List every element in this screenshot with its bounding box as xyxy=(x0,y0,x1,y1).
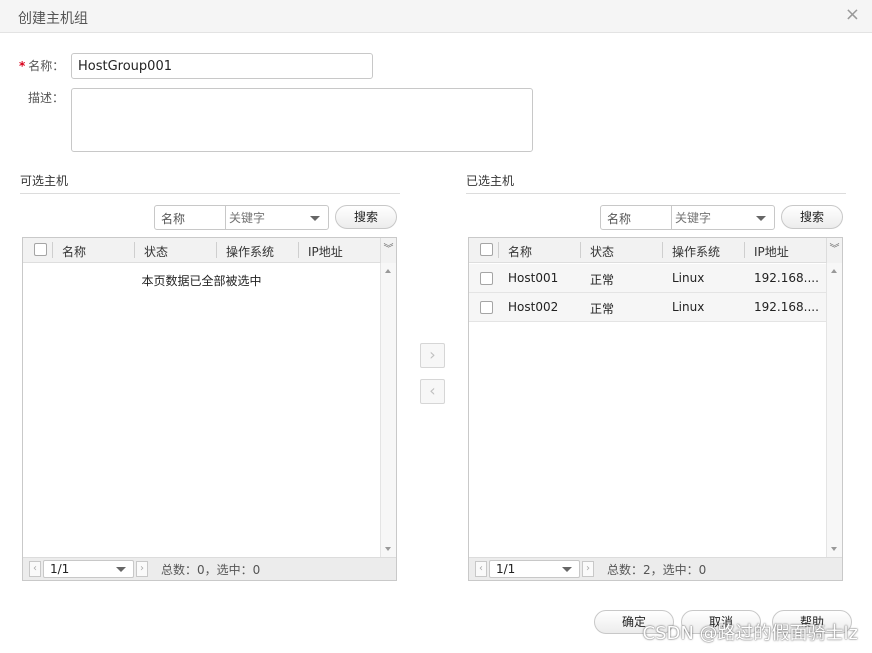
column-header-name[interactable]: 名称 xyxy=(62,243,86,260)
column-header-status[interactable]: 状态 xyxy=(590,243,614,260)
column-divider xyxy=(580,242,581,258)
column-divider xyxy=(744,242,745,258)
available-search-field-select[interactable]: 名称 xyxy=(161,210,185,227)
host-status: 正常 xyxy=(590,302,615,316)
chevron-right-icon: › xyxy=(429,345,436,364)
divider xyxy=(225,206,226,229)
column-divider xyxy=(498,242,499,258)
column-header-os[interactable]: 操作系统 xyxy=(226,243,274,260)
dialog-titlebar: 创建主机组 × xyxy=(0,0,872,33)
next-page-icon[interactable]: › xyxy=(582,561,594,577)
column-header-name[interactable]: 名称 xyxy=(508,243,532,260)
column-menu-icon[interactable]: ︾ xyxy=(380,238,396,263)
column-header-status[interactable]: 状态 xyxy=(144,243,168,260)
column-divider xyxy=(52,242,53,258)
prev-page-icon[interactable]: ‹ xyxy=(29,561,41,577)
page-value: 1/1 xyxy=(496,562,516,576)
grid-header: 名称 状态 操作系统 IP地址 xyxy=(23,238,396,263)
host-status: 正常 xyxy=(590,273,615,287)
grid-header: 名称 状态 操作系统 IP地址 xyxy=(469,238,842,263)
selected-hosts-title: 已选主机 xyxy=(466,174,515,188)
page-select[interactable]: 1/1 xyxy=(489,560,580,578)
column-header-ip[interactable]: IP地址 xyxy=(754,243,789,260)
selected-hosts-grid: 名称 状态 操作系统 IP地址 ︾ Host001 正常 Linux 192.1… xyxy=(468,237,843,581)
host-ip: 192.168.... xyxy=(754,271,819,285)
scroll-down-icon[interactable] xyxy=(385,547,391,551)
row-checkbox[interactable] xyxy=(480,272,493,285)
name-input[interactable] xyxy=(71,53,373,79)
selected-divider xyxy=(466,193,846,194)
available-pager: ‹ 1/1 › 总数：0，选中：0 xyxy=(23,557,396,580)
available-search-button[interactable]: 搜索 xyxy=(335,205,397,229)
move-right-button[interactable]: › xyxy=(420,343,445,368)
selected-search-box: 名称 xyxy=(600,205,775,230)
available-search-box: 名称 xyxy=(154,205,329,230)
vertical-scrollbar[interactable] xyxy=(380,263,396,557)
vertical-scrollbar[interactable] xyxy=(826,263,842,557)
chevron-down-icon xyxy=(116,567,126,572)
name-label-wrap: * 名称： xyxy=(19,57,64,74)
dialog-title: 创建主机组 xyxy=(18,11,88,27)
page-value: 1/1 xyxy=(50,562,70,576)
table-row[interactable]: Host001 正常 Linux 192.168.... xyxy=(469,264,826,293)
selected-keyword-input[interactable] xyxy=(675,208,773,227)
close-icon[interactable]: × xyxy=(845,5,860,25)
host-os: Linux xyxy=(672,271,705,285)
row-checkbox[interactable] xyxy=(480,301,493,314)
available-hosts-title: 可选主机 xyxy=(20,174,69,188)
required-mark: * xyxy=(19,59,26,73)
create-host-group-dialog: 创建主机组 × *名称： 描述： 可选主机 名称 搜索 名称 状态 操作系统 I… xyxy=(0,0,872,653)
selected-search-button[interactable]: 搜索 xyxy=(781,205,843,229)
next-page-icon[interactable]: › xyxy=(136,561,148,577)
select-all-checkbox[interactable] xyxy=(34,243,47,256)
scroll-down-icon[interactable] xyxy=(831,547,837,551)
available-keyword-input[interactable] xyxy=(229,208,327,227)
page-select[interactable]: 1/1 xyxy=(43,560,134,578)
column-divider xyxy=(662,242,663,258)
select-all-checkbox[interactable] xyxy=(480,243,493,256)
scroll-up-icon[interactable] xyxy=(385,269,391,273)
column-divider xyxy=(298,242,299,258)
desc-label: 描述： xyxy=(28,91,65,105)
pager-summary: 总数：2，选中：0 xyxy=(607,563,707,577)
available-hosts-grid: 名称 状态 操作系统 IP地址 ︾ 本页数据已全部被选中 ‹ 1/1 › 总数：… xyxy=(22,237,397,581)
name-label: 名称： xyxy=(28,59,65,73)
table-row[interactable]: Host002 正常 Linux 192.168.... xyxy=(469,293,826,322)
column-header-ip[interactable]: IP地址 xyxy=(308,243,343,260)
available-divider xyxy=(20,193,400,194)
description-textarea[interactable] xyxy=(71,88,533,152)
move-left-button[interactable]: ‹ xyxy=(420,379,445,404)
scroll-up-icon[interactable] xyxy=(831,269,837,273)
selected-search-field-select[interactable]: 名称 xyxy=(607,210,631,227)
host-ip: 192.168.... xyxy=(754,300,819,314)
chevron-left-icon: ‹ xyxy=(429,381,436,400)
empty-message: 本页数据已全部被选中 xyxy=(141,274,262,288)
prev-page-icon[interactable]: ‹ xyxy=(475,561,487,577)
divider xyxy=(671,206,672,229)
selected-pager: ‹ 1/1 › 总数：2，选中：0 xyxy=(469,557,842,580)
host-name: Host002 xyxy=(508,300,559,314)
host-name: Host001 xyxy=(508,271,559,285)
watermark: CSDN @路过的假面骑士lz xyxy=(642,623,859,644)
column-header-os[interactable]: 操作系统 xyxy=(672,243,720,260)
chevron-down-icon xyxy=(562,567,572,572)
host-os: Linux xyxy=(672,300,705,314)
column-divider xyxy=(216,242,217,258)
pager-summary: 总数：0，选中：0 xyxy=(161,563,261,577)
column-divider xyxy=(134,242,135,258)
column-menu-icon[interactable]: ︾ xyxy=(826,238,842,263)
